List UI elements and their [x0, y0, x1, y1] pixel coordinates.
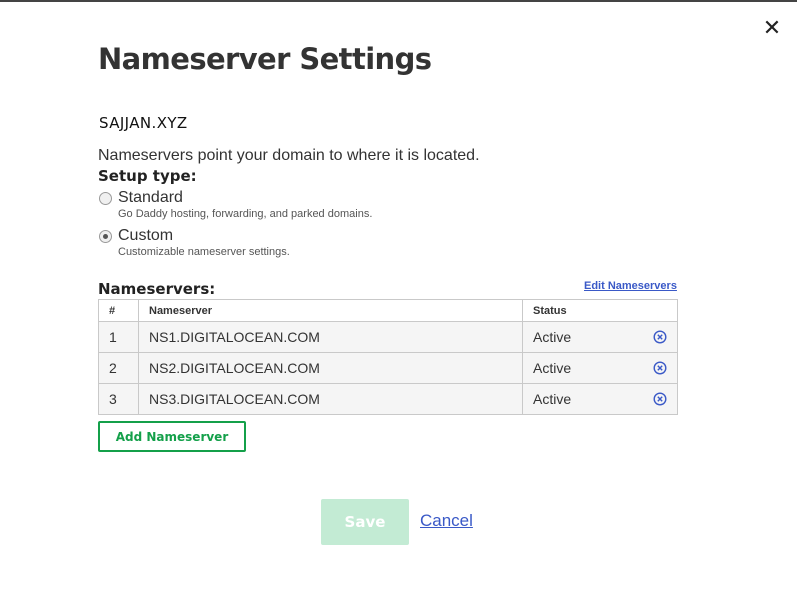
- save-button[interactable]: Save: [321, 499, 409, 545]
- setup-type-label: Setup type:: [98, 167, 197, 185]
- row-status-cell: Active: [522, 321, 678, 353]
- row-status-cell: Active: [522, 383, 678, 415]
- radio-standard-sublabel: Go Daddy hosting, forwarding, and parked…: [118, 208, 373, 220]
- add-nameserver-button[interactable]: Add Nameserver: [98, 421, 246, 452]
- cancel-link[interactable]: Cancel: [420, 511, 473, 531]
- row-number: 1: [98, 321, 139, 353]
- window-top-border: [0, 0, 797, 2]
- remove-circle-icon[interactable]: [653, 361, 667, 375]
- row-status: Active: [533, 360, 572, 376]
- table-row: 2 NS2.DIGITALOCEAN.COM Active: [98, 352, 678, 384]
- column-header-number: #: [98, 299, 139, 322]
- radio-standard[interactable]: Standard: [99, 189, 183, 207]
- nameservers-table: # Nameserver Status 1 NS1.DIGITALOCEAN.C…: [98, 299, 678, 415]
- row-status-cell: Active: [522, 352, 678, 384]
- radio-standard-button[interactable]: [99, 191, 112, 205]
- table-header-row: # Nameserver Status: [98, 299, 678, 322]
- radio-custom[interactable]: Custom: [99, 227, 173, 245]
- column-header-status: Status: [522, 299, 678, 322]
- row-nameserver: NS2.DIGITALOCEAN.COM: [138, 352, 523, 384]
- column-header-nameserver: Nameserver: [138, 299, 523, 322]
- radio-custom-sublabel: Customizable nameserver settings.: [118, 246, 290, 258]
- radio-custom-label[interactable]: Custom: [118, 227, 173, 245]
- radio-custom-button[interactable]: [99, 229, 112, 243]
- domain-name: SAJJAN.XYZ: [99, 114, 188, 132]
- nameservers-heading: Nameservers:: [98, 280, 216, 298]
- row-number: 2: [98, 352, 139, 384]
- remove-circle-icon[interactable]: [653, 330, 667, 344]
- edit-nameservers-link[interactable]: Edit Nameservers: [584, 280, 677, 292]
- remove-circle-icon[interactable]: [653, 392, 667, 406]
- row-number: 3: [98, 383, 139, 415]
- description-text: Nameservers point your domain to where i…: [98, 147, 480, 164]
- row-nameserver: NS1.DIGITALOCEAN.COM: [138, 321, 523, 353]
- close-icon[interactable]: ✕: [762, 17, 782, 39]
- row-status: Active: [533, 329, 572, 345]
- row-nameserver: NS3.DIGITALOCEAN.COM: [138, 383, 523, 415]
- radio-standard-label[interactable]: Standard: [118, 189, 183, 207]
- table-row: 1 NS1.DIGITALOCEAN.COM Active: [98, 321, 678, 353]
- row-status: Active: [533, 391, 572, 407]
- table-row: 3 NS3.DIGITALOCEAN.COM Active: [98, 383, 678, 415]
- dialog-title: Nameserver Settings: [98, 42, 432, 76]
